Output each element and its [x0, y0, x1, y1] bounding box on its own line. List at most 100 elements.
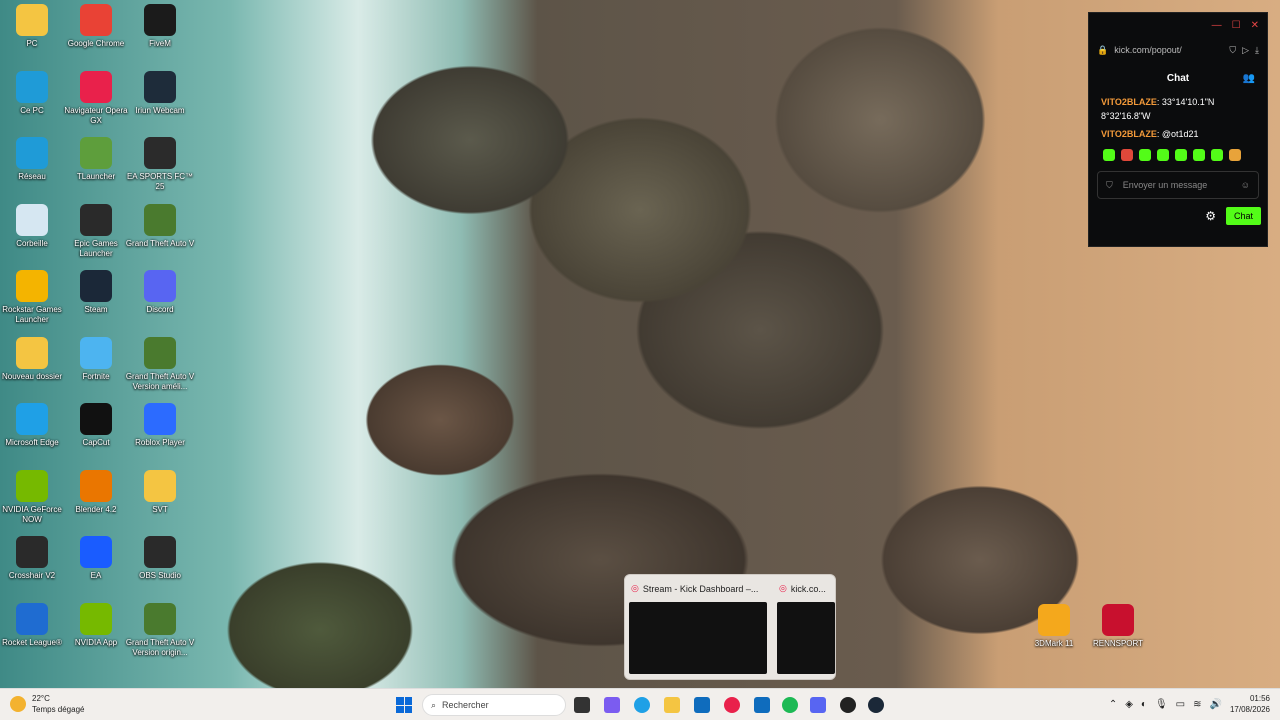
gta-v-icon — [144, 602, 176, 635]
crosshair-icon — [16, 536, 48, 568]
edge-icon[interactable] — [634, 697, 650, 713]
spotify-icon[interactable] — [782, 697, 798, 713]
maximize-icon[interactable]: ☐ — [1232, 20, 1241, 31]
emote-icon[interactable] — [1193, 149, 1205, 161]
opera-gx-icon[interactable] — [724, 697, 740, 713]
chat-message-input[interactable]: ⛉ Envoyer un message ☺ — [1097, 171, 1259, 199]
desktop-icon-label: OBS Studio — [139, 571, 181, 580]
chat-username[interactable]: VITO2BLAZE — [1101, 97, 1157, 107]
preview-thumbnail — [629, 602, 767, 674]
preview-title-text: kick.co... — [790, 583, 826, 594]
desktop-icon[interactable]: Steam — [64, 270, 128, 334]
microsoft-store-icon[interactable] — [694, 697, 710, 713]
clock[interactable]: 01:56 17/08/2026 — [1230, 693, 1270, 715]
desktop-icon[interactable]: CapCut — [64, 403, 128, 467]
url-text[interactable]: kick.com/popout/ — [1114, 45, 1223, 55]
close-icon[interactable]: ✕ — [1251, 20, 1259, 31]
preview-item-dashboard[interactable]: ◎ Stream - Kick Dashboard –... — [625, 575, 773, 681]
tray-app-icon[interactable]: ◐ — [1141, 699, 1147, 710]
desktop-icon[interactable]: Fortnite — [64, 336, 128, 401]
desktop-icon[interactable]: NVIDIA App — [64, 602, 128, 667]
desktop-icon[interactable]: Grand Theft Auto V Version origin... — [126, 602, 194, 667]
desktop-icon[interactable]: Iriun Webcam — [128, 70, 192, 135]
desktop-icon-label: EA SPORTS FC™ 25 — [126, 172, 194, 191]
users-icon[interactable]: 👥 — [1243, 73, 1255, 84]
emoji-icon[interactable]: ☺ — [1241, 180, 1250, 190]
emote-icon[interactable] — [1157, 149, 1169, 161]
desktop-icon[interactable]: Discord — [128, 270, 192, 334]
discord-icon[interactable] — [810, 697, 826, 713]
desktop-icon[interactable]: Corbeille — [0, 203, 64, 268]
emote-icon[interactable] — [1139, 149, 1151, 161]
clock-time: 01:56 — [1249, 694, 1270, 703]
taskbar-search[interactable]: ⌕ Rechercher — [422, 694, 566, 716]
steam-icon — [80, 270, 112, 302]
desktop-icon[interactable]: SVT — [128, 469, 192, 534]
volume-icon[interactable]: 🔊 — [1210, 699, 1222, 710]
roblox-icon — [144, 403, 176, 435]
desktop-icon-label: FiveM — [149, 39, 171, 48]
address-bar[interactable]: 🔒 kick.com/popout/ ⛉ ▷ ⤓ — [1089, 37, 1267, 63]
outlook-icon[interactable] — [754, 697, 770, 713]
desktop-icon[interactable]: Nouveau dossier — [0, 336, 64, 401]
desktop-icon-label: Grand Theft Auto V Version origin... — [125, 637, 195, 657]
fivem-icon — [144, 4, 176, 36]
desktop-icon[interactable]: PC — [0, 4, 64, 68]
desktop-icon[interactable]: Rockstar Games Launcher — [0, 270, 64, 334]
desktop-icon-label: NVIDIA GeForce NOW — [2, 504, 62, 524]
weather-widget[interactable]: 22°C Temps dégagé — [10, 693, 84, 715]
chat-footer: ⚙ Chat — [1089, 203, 1267, 229]
widgets-icon[interactable] — [604, 697, 620, 713]
desktop-icon[interactable]: EA — [64, 536, 128, 600]
emote-icon[interactable] — [1121, 149, 1133, 161]
network-icon — [16, 137, 48, 169]
desktop-icon[interactable]: Rocket League® — [0, 602, 64, 667]
desktop-icon[interactable]: NVIDIA GeForce NOW — [0, 469, 64, 534]
windows-start-icon[interactable] — [396, 697, 412, 713]
desktop-icon[interactable]: Grand Theft Auto V — [126, 203, 194, 268]
webcam-icon — [144, 70, 176, 103]
search-placeholder: Rechercher — [442, 700, 489, 710]
download-icon[interactable]: ⤓ — [1255, 45, 1259, 56]
app-icon[interactable] — [840, 697, 856, 713]
chat-username[interactable]: VITO2BLAZE — [1101, 129, 1157, 139]
desktop-icon-label: CapCut — [82, 438, 110, 447]
chevron-up-icon[interactable]: ⌃ — [1109, 699, 1117, 710]
microphone-icon[interactable]: 🎙 — [1155, 699, 1168, 710]
desktop-icon[interactable]: Blender 4.2 — [64, 469, 128, 534]
display-icon[interactable]: ▭ — [1176, 699, 1185, 710]
shield-icon[interactable]: ⛉ — [1229, 45, 1236, 56]
wifi-icon[interactable]: ≋ — [1193, 699, 1201, 710]
emote-icon[interactable] — [1175, 149, 1187, 161]
play-icon[interactable]: ▷ — [1242, 45, 1249, 56]
desktop-icon[interactable]: TLauncher — [64, 137, 128, 201]
desktop-icon[interactable]: Epic Games Launcher — [64, 203, 128, 268]
desktop-icon[interactable]: Microsoft Edge — [0, 403, 64, 467]
desktop-icon-label: Discord — [146, 305, 174, 314]
preview-item-kick[interactable]: ◎ kick.co... — [773, 575, 837, 681]
emote-icon[interactable] — [1229, 149, 1241, 161]
preview-thumbnail — [777, 602, 835, 674]
minimize-icon[interactable]: — — [1212, 20, 1222, 31]
desktop-icon[interactable]: OBS Studio — [128, 536, 192, 600]
desktop-icon[interactable]: 3DMark 11 — [1022, 604, 1086, 668]
desktop-icon[interactable]: Réseau — [0, 137, 64, 201]
gear-icon[interactable]: ⚙ — [1205, 209, 1216, 223]
file-explorer-icon[interactable] — [664, 697, 680, 713]
desktop-icon[interactable]: Roblox Player — [128, 403, 192, 467]
desktop-icon[interactable]: Grand Theft Auto V Version améli... — [126, 336, 194, 401]
rockstar-icon — [16, 270, 48, 302]
desktop-icon[interactable]: Google Chrome — [64, 4, 128, 68]
send-chat-button[interactable]: Chat — [1225, 207, 1261, 225]
desktop-icon[interactable]: FiveM — [128, 4, 192, 68]
steam-icon[interactable] — [868, 697, 884, 713]
desktop-icon[interactable]: Ce PC — [0, 70, 64, 135]
emote-icon[interactable] — [1211, 149, 1223, 161]
tray-app-icon[interactable]: ◈ — [1125, 699, 1133, 710]
desktop-icon[interactable]: Navigateur Opera GX — [64, 70, 128, 135]
desktop-icon[interactable]: Crosshair V2 — [0, 536, 64, 600]
emote-icon[interactable] — [1103, 149, 1115, 161]
desktop-icon[interactable]: EA SPORTS FC™ 25 — [127, 137, 193, 201]
desktop-icon[interactable]: RENNSPORT — [1086, 604, 1150, 668]
task-view-icon[interactable] — [574, 697, 590, 713]
